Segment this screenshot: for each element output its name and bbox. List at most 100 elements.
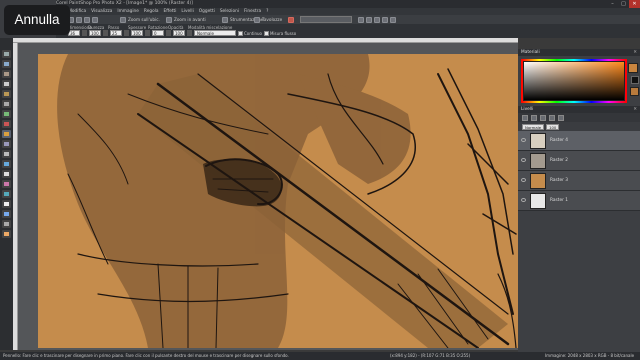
paint-brush-tool[interactable] xyxy=(2,130,11,138)
toolbars-icon xyxy=(222,16,228,23)
layer-name: Raster 2 xyxy=(550,158,568,163)
zoom-in-icon xyxy=(166,16,172,23)
fill-swatch[interactable] xyxy=(630,87,639,96)
step-field[interactable]: 25 xyxy=(110,30,122,36)
eye-icon[interactable] xyxy=(521,198,526,202)
new-layer-icon[interactable] xyxy=(522,114,528,121)
layer-row[interactable]: Raster 4 xyxy=(518,131,640,151)
window-controls: – □ ✕ xyxy=(607,0,640,8)
menu-visualizza[interactable]: Visualizza xyxy=(91,8,112,15)
undo-icon[interactable] xyxy=(84,16,90,23)
wet-look-check[interactable]: Misura flusso xyxy=(263,30,296,36)
eraser-icon xyxy=(4,172,9,176)
step-spinner[interactable] xyxy=(124,30,129,36)
layer-options: Normale 100 xyxy=(518,122,640,131)
eye-icon[interactable] xyxy=(521,158,526,162)
menu-regola[interactable]: Regola xyxy=(144,8,159,15)
preset-shape-tool[interactable] xyxy=(2,210,11,218)
deform-tool[interactable] xyxy=(2,70,11,78)
flood-fill-tool[interactable] xyxy=(2,190,11,198)
rotation-spinner[interactable] xyxy=(166,30,171,36)
eyedropper-icon xyxy=(4,92,9,96)
maximize-button[interactable]: □ xyxy=(618,0,629,8)
smudge-icon xyxy=(4,162,9,166)
menu-immagine[interactable]: Immagine xyxy=(117,8,139,15)
menu-oggetti[interactable]: Oggetti xyxy=(199,8,215,15)
opacity-spinner[interactable] xyxy=(187,30,192,36)
crop-tool[interactable] xyxy=(2,100,11,108)
script-stop-button[interactable] xyxy=(288,16,294,23)
layer-row[interactable]: Raster 3 xyxy=(518,171,640,191)
eyedropper-tool[interactable] xyxy=(2,90,11,98)
blend-mode-select[interactable]: Normale xyxy=(194,30,236,36)
density-spinner[interactable] xyxy=(145,30,150,36)
smudge-tool[interactable] xyxy=(2,160,11,168)
opacity-field[interactable]: 100 xyxy=(173,30,185,36)
dodge-tool[interactable] xyxy=(2,150,11,158)
redo-icon[interactable] xyxy=(92,16,98,23)
color-spectrum[interactable] xyxy=(523,61,625,101)
materials-title: Materiali xyxy=(521,50,540,55)
menu-livelli[interactable]: Livelli xyxy=(181,8,193,15)
layer-thumbnail xyxy=(530,173,546,189)
menu-help[interactable]: ? xyxy=(266,8,268,15)
palettes-button[interactable]: Tavolozze xyxy=(254,16,282,23)
straighten-icon xyxy=(4,112,9,116)
warp-brush-tool[interactable] xyxy=(2,230,11,238)
text-tool[interactable] xyxy=(2,200,11,208)
zoom-tool[interactable] xyxy=(2,60,11,68)
layer-row[interactable]: Raster 1 xyxy=(518,191,640,211)
eye-icon[interactable] xyxy=(521,138,526,142)
new-group-icon[interactable] xyxy=(531,114,537,121)
record-icon[interactable] xyxy=(374,16,380,23)
menu-modifica[interactable]: Modifica xyxy=(68,8,86,15)
continuous-check[interactable]: Continuo xyxy=(238,30,262,36)
mask-icon[interactable] xyxy=(540,114,546,121)
layer-blend-select[interactable]: Normale xyxy=(522,123,545,130)
hardness-spinner[interactable] xyxy=(103,30,108,36)
eye-icon[interactable] xyxy=(521,178,526,182)
menu-effetti[interactable]: Effetti xyxy=(164,8,177,15)
picture-tube-tool[interactable] xyxy=(2,180,11,188)
zoom-icon xyxy=(120,16,126,23)
density-field[interactable]: 100 xyxy=(131,30,143,36)
zoom-in-button[interactable]: Zoom in avanti xyxy=(166,16,206,23)
selection-tool[interactable] xyxy=(2,80,11,88)
tool-options-bar: Dimensione Durezza Passo Spessore Rotazi… xyxy=(0,24,640,38)
delete-layer-icon[interactable] xyxy=(558,114,564,121)
clone-brush-tool[interactable] xyxy=(2,140,11,148)
crop-icon xyxy=(4,102,9,106)
zoom-to-cursor-button[interactable]: Zoom sull'ubic. xyxy=(120,16,160,23)
eraser-tool[interactable] xyxy=(2,170,11,178)
close-icon[interactable]: ✕ xyxy=(633,49,637,56)
menu-finestra[interactable]: Finestra xyxy=(244,8,261,15)
foreground-swatch[interactable] xyxy=(628,63,638,73)
hardness-field[interactable]: 100 xyxy=(89,30,101,36)
pan-tool[interactable] xyxy=(2,50,11,58)
status-hint: Pennello: Fare clic e trascinare per dis… xyxy=(3,353,289,358)
edit-script-icon[interactable] xyxy=(366,16,372,23)
layer-opacity-field[interactable]: 100 xyxy=(546,123,560,130)
layer-name: Raster 1 xyxy=(550,198,568,203)
script-select[interactable] xyxy=(300,16,352,23)
image-canvas[interactable] xyxy=(38,54,518,348)
size-spinner[interactable] xyxy=(82,30,87,36)
adjustment-icon[interactable] xyxy=(549,114,555,121)
background-swatch[interactable] xyxy=(631,76,639,84)
cancel-script-icon[interactable] xyxy=(390,16,396,23)
pause-icon[interactable] xyxy=(382,16,388,23)
layer-thumbnail xyxy=(530,153,546,169)
tools-toolbar xyxy=(0,38,13,350)
run-script-icon[interactable] xyxy=(358,16,364,23)
save-icon[interactable] xyxy=(76,16,82,23)
straighten-tool[interactable] xyxy=(2,110,11,118)
close-button[interactable]: ✕ xyxy=(629,0,640,8)
minimize-button[interactable]: – xyxy=(607,0,618,8)
close-icon[interactable]: ✕ xyxy=(633,106,637,113)
menu-selezioni[interactable]: Selezioni xyxy=(220,8,239,15)
status-image-info: Immagine: 2048 x 2803 x RGB - 8 bit/cana… xyxy=(545,353,635,358)
layer-row[interactable]: Raster 2 xyxy=(518,151,640,171)
pen-tool[interactable] xyxy=(2,220,11,228)
rotation-field[interactable]: 0 xyxy=(152,30,164,36)
red-eye-tool[interactable] xyxy=(2,120,11,128)
